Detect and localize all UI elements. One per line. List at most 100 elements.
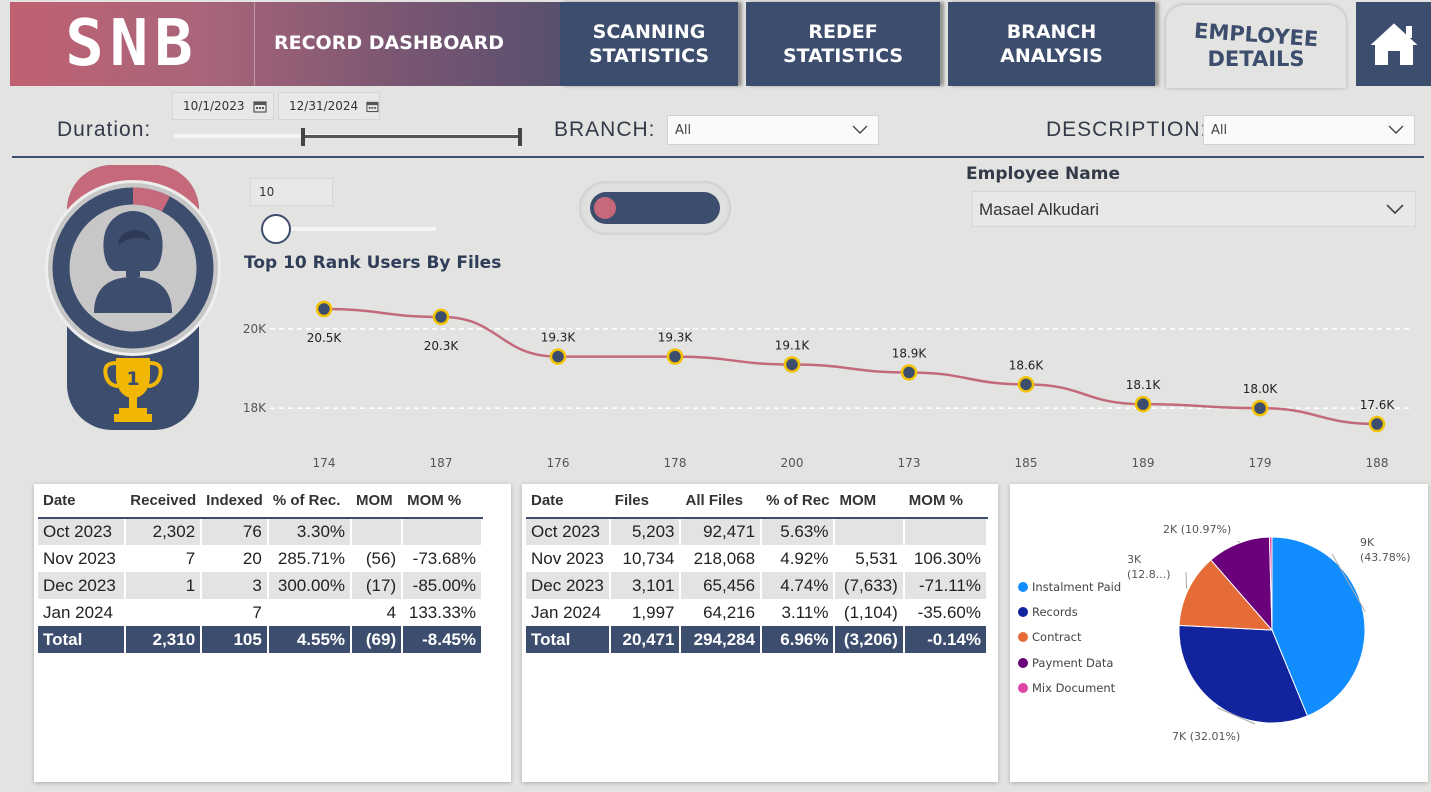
table-cell: Total: [38, 626, 127, 653]
column-header[interactable]: Files: [609, 486, 681, 519]
top-n-input[interactable]: 10: [250, 178, 333, 206]
leader-line: [1185, 571, 1188, 589]
avatar-ring: [45, 180, 221, 356]
table-cell: 20,471: [609, 626, 682, 653]
column-header[interactable]: MOM: [351, 486, 403, 519]
legend-item[interactable]: Payment Data: [1018, 650, 1121, 675]
rank-number: 1: [126, 368, 139, 390]
duration-slider-start-handle[interactable]: [301, 128, 305, 146]
pie-label-percent: (43.78%): [1360, 551, 1411, 564]
column-header[interactable]: All Files: [680, 486, 762, 519]
data-point: [432, 308, 450, 326]
table-cell: (56): [351, 545, 404, 572]
pie-label-percent: (12.8...): [1127, 568, 1171, 581]
start-date-field[interactable]: 10/1/2023: [172, 92, 274, 120]
data-label: 20.3K: [424, 339, 460, 353]
x-tick-label: 188: [1366, 456, 1389, 470]
tab-label-line2: STATISTICS: [782, 45, 904, 67]
table-row: Dec 2023 3,101 65,456 4.74% (7,633) -71.11%: [526, 572, 989, 599]
employee-dropdown[interactable]: Masael Alkudari: [972, 191, 1416, 227]
legend-marker: [1018, 581, 1028, 592]
duration-slider-end-handle[interactable]: [518, 128, 522, 146]
tab-branch-analysis[interactable]: BRANCH ANALYSIS: [948, 2, 1155, 86]
table-cell: 3.11%: [761, 599, 836, 626]
column-header[interactable]: % of Rec: [761, 486, 835, 519]
calendar-icon: [252, 100, 267, 113]
table-cell: -0.14%: [903, 626, 989, 653]
column-header[interactable]: MOM %: [903, 486, 987, 519]
calendar-icon: [366, 101, 379, 112]
duration-label: Duration:: [57, 118, 152, 141]
column-header[interactable]: Indexed: [201, 486, 268, 519]
tab-label-line2: DETAILS: [1207, 46, 1305, 71]
description-dropdown[interactable]: All: [1203, 115, 1415, 145]
table-cell: [903, 518, 989, 545]
data-point: [315, 300, 333, 318]
data-label: 19.1K: [775, 339, 811, 353]
data-point: [783, 356, 801, 373]
table-cell: 133.33%: [402, 599, 483, 626]
column-header[interactable]: Received: [125, 486, 202, 519]
chart-title: Top 10 Rank Users By Files: [244, 253, 502, 273]
table-row: Jan 2024 7 4 133.33%: [38, 599, 483, 626]
dashboard-title: RECORD DASHBOARD: [274, 32, 505, 54]
column-header[interactable]: % of Rec.: [267, 486, 352, 519]
x-tick-label: 185: [1015, 456, 1038, 470]
description-dropdown-value: All: [1211, 122, 1228, 138]
table-cell: 294,284: [680, 626, 763, 653]
end-date-field[interactable]: 12/31/2024: [278, 92, 380, 120]
data-label: 20.5K: [307, 331, 343, 345]
legend-marker: [1018, 632, 1028, 643]
tab-employee-details[interactable]: EMPLOYEE DETAILS: [1166, 5, 1346, 88]
pie-data-label: 7K (32.01%): [1172, 730, 1240, 743]
pie-label-value: 9K: [1360, 536, 1375, 549]
table-cell: Oct 2023: [38, 518, 127, 545]
data-label: 18.1K: [1126, 378, 1162, 392]
table-cell: 7: [201, 599, 269, 626]
branch-dropdown[interactable]: All: [667, 115, 879, 145]
home-button[interactable]: [1356, 2, 1431, 86]
snb-logo: SNB: [10, 2, 255, 86]
tab-redef-statistics[interactable]: REDEF STATISTICS: [746, 2, 940, 86]
y-tick-label: 18K: [243, 401, 267, 415]
legend-item[interactable]: Records: [1018, 599, 1121, 624]
files-table-panel: Date Files All Files% of Rec MOM MOM % Oct 20…: [522, 484, 998, 782]
y-tick-label: 20K: [243, 322, 267, 336]
legend-label: Records: [1032, 604, 1078, 619]
table-cell: -85.00%: [402, 572, 483, 599]
legend-item[interactable]: Contract: [1018, 625, 1121, 650]
top-n-slider-handle[interactable]: [261, 214, 291, 244]
chevron-down-icon: [1388, 125, 1404, 134]
table-cell: Oct 2023: [526, 518, 611, 545]
toggle-knob[interactable]: [594, 197, 616, 219]
table-cell: Dec 2023: [38, 572, 127, 599]
legend-label: Payment Data: [1032, 655, 1114, 670]
pie-data-label: 9K (43.78%): [1360, 536, 1411, 564]
column-header[interactable]: MOM: [834, 486, 904, 519]
legend-label: Instalment Paid: [1032, 579, 1122, 594]
column-header[interactable]: Date: [526, 486, 610, 519]
table-cell: 64,216: [680, 599, 763, 626]
table-cell: Nov 2023: [526, 545, 611, 572]
employee-name-label: Employee Name: [966, 164, 1121, 184]
rank-line-chart: 18K 20K 20.5K 174 20.3K 187 19.3K 176 19.3K 178 19…: [243, 300, 1410, 470]
home-icon: [1364, 20, 1423, 67]
column-header[interactable]: MOM %: [402, 486, 482, 519]
tab-label-line2: ANALYSIS: [1000, 45, 1103, 67]
column-header[interactable]: Date: [38, 486, 126, 519]
top-n-slider-track[interactable]: [276, 227, 436, 231]
data-label: 19.3K: [658, 331, 694, 345]
x-tick-label: 179: [1249, 456, 1272, 470]
legend-item[interactable]: Instalment Paid: [1018, 574, 1121, 599]
data-point: [1251, 399, 1269, 417]
x-tick-label: 200: [781, 456, 804, 470]
legend-label: Mix Document: [1032, 680, 1116, 695]
table-cell: -8.45%: [402, 626, 483, 653]
legend-item[interactable]: Mix Document: [1018, 675, 1121, 700]
files-table: Date Files All Files% of Rec MOM MOM % Oct 20…: [526, 486, 989, 653]
duration-slider-range: [303, 135, 522, 138]
tab-scanning-statistics[interactable]: SCANNING STATISTICS: [560, 2, 738, 86]
table-cell: 105: [201, 626, 269, 653]
table-cell: 76: [201, 518, 269, 545]
table-header-row: Date Files All Files% of Rec MOM MOM %: [526, 486, 987, 519]
